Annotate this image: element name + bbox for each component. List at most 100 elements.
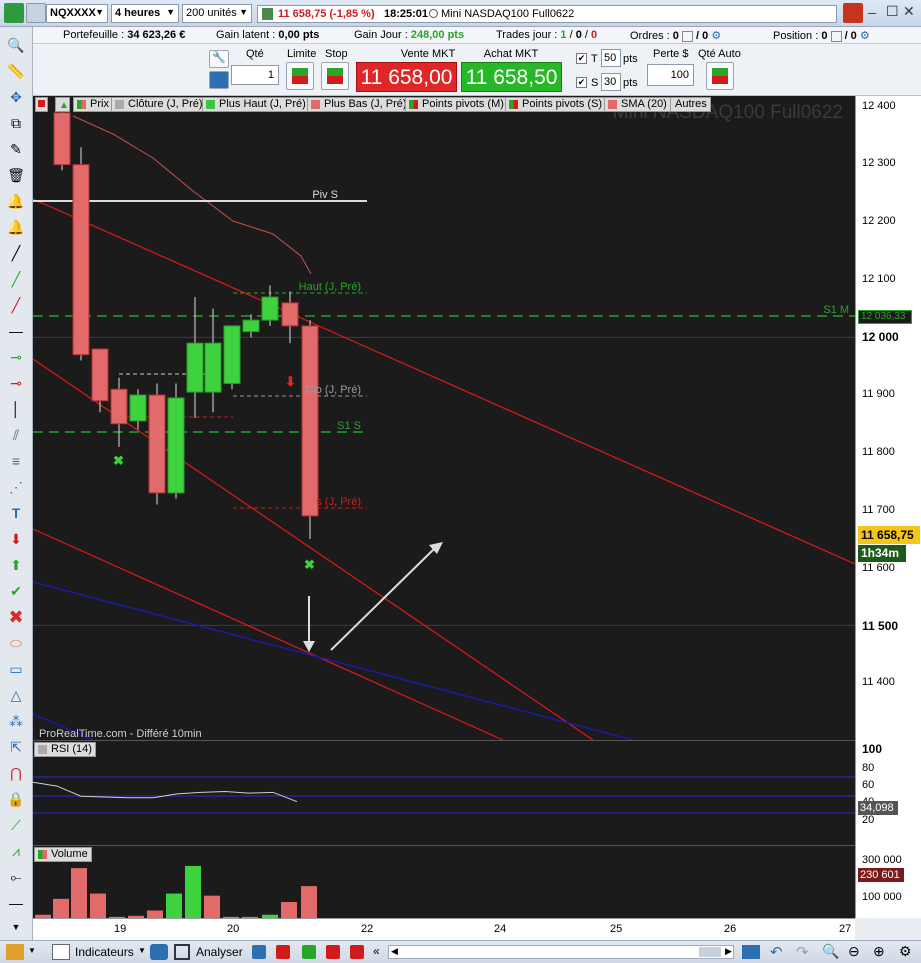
chevron-down-icon[interactable]: ▼ bbox=[6, 917, 26, 937]
qte-input[interactable]: 1 bbox=[231, 65, 279, 85]
gear-icon[interactable]: ⚙ bbox=[860, 30, 870, 42]
timeframe-select[interactable]: 4 heures ▼ bbox=[111, 4, 179, 23]
settings-icon[interactable] bbox=[26, 3, 46, 23]
red-line-icon[interactable]: ╱ bbox=[6, 295, 26, 315]
horizontal-scrollbar[interactable]: ◀ ▶ bbox=[388, 945, 734, 959]
maximize-icon[interactable]: ☐ bbox=[886, 3, 899, 20]
brush-icon[interactable]: ✎ bbox=[6, 139, 26, 159]
legend-pivots-m[interactable]: Points pivots (M) bbox=[405, 97, 508, 112]
refresh-icon[interactable] bbox=[843, 3, 863, 23]
magnet-icon[interactable]: ⋂ bbox=[6, 763, 26, 783]
legend-volume[interactable]: Volume bbox=[34, 847, 92, 862]
scroll-left-icon[interactable]: ◀ bbox=[391, 946, 398, 957]
stop-order-button[interactable] bbox=[321, 62, 349, 90]
legend-pivots-s[interactable]: Points pivots (S) bbox=[505, 97, 607, 112]
fit-icon[interactable] bbox=[742, 945, 760, 959]
legend-prix[interactable]: Prix bbox=[73, 97, 113, 112]
copy-icon[interactable]: ⧉ bbox=[6, 113, 26, 133]
pattern-icon[interactable]: ⁂ bbox=[6, 711, 26, 731]
legend-plus-haut[interactable]: Plus Haut (J, Pré) bbox=[202, 97, 310, 112]
expand-icon[interactable]: ▲ bbox=[55, 97, 70, 112]
red-hline-icon[interactable]: ⊸ bbox=[6, 373, 26, 393]
arrow-down-icon[interactable]: ⬇ bbox=[6, 529, 26, 549]
trend-icon[interactable]: ⟋ bbox=[6, 815, 26, 835]
legend-autres[interactable]: Autres bbox=[670, 97, 711, 112]
scroll-right-icon[interactable]: ▶ bbox=[725, 946, 732, 957]
zoom-out-icon[interactable]: ⊖ bbox=[848, 943, 860, 960]
candlestick-app-icon[interactable] bbox=[4, 3, 24, 23]
trash-icon[interactable]: 🗑 bbox=[6, 165, 26, 185]
minus-icon[interactable]: — bbox=[6, 893, 26, 913]
minimize-icon[interactable]: – bbox=[868, 4, 876, 20]
bell-icon[interactable]: 🔔 bbox=[6, 217, 26, 237]
orders-icon[interactable] bbox=[302, 945, 316, 959]
qte-auto-button[interactable] bbox=[706, 62, 734, 90]
cursor-icon[interactable]: ⇱ bbox=[6, 737, 26, 757]
keypad-icon[interactable] bbox=[209, 71, 229, 89]
lock-icon[interactable]: 🔒 bbox=[6, 789, 26, 809]
limit-order-button[interactable] bbox=[286, 62, 314, 90]
vente-mkt-button[interactable]: 11 658,00 bbox=[356, 62, 457, 92]
legend-rsi[interactable]: RSI (14) bbox=[34, 742, 96, 757]
move-icon[interactable]: ✥ bbox=[6, 87, 26, 107]
t-checkbox[interactable]: ✔ bbox=[576, 53, 587, 64]
analyse-icon[interactable] bbox=[174, 944, 190, 960]
achat-mkt-button[interactable]: 11 658,50 bbox=[461, 62, 562, 92]
channel-icon[interactable]: ⫽ bbox=[6, 425, 26, 445]
zigzag-icon[interactable]: ⩘ bbox=[6, 841, 26, 861]
share-icon[interactable] bbox=[150, 944, 168, 960]
alert-bell-icon[interactable]: 🔔 bbox=[6, 191, 26, 211]
zoom-icon[interactable]: 🔍 bbox=[6, 35, 26, 55]
legend-sma[interactable]: SMA (20) bbox=[604, 97, 671, 112]
cross-icon[interactable]: ✖ bbox=[6, 607, 26, 627]
price-chart[interactable]: Mini NASDAQ100 Full0622 ✖ ✖ ⬇ Piv S Haut (… bbox=[33, 96, 855, 740]
ellipse-icon[interactable]: ⬭ bbox=[6, 633, 26, 653]
gear-icon[interactable]: ⚙ bbox=[711, 30, 721, 42]
triangle-icon[interactable]: △ bbox=[6, 685, 26, 705]
green-line-icon[interactable]: ╱ bbox=[6, 269, 26, 289]
rsi-panel[interactable]: RSI (14) bbox=[33, 740, 855, 845]
t-input[interactable]: 50 bbox=[601, 49, 621, 67]
s-checkbox[interactable]: ✔ bbox=[576, 77, 587, 88]
close-icon[interactable]: ✕ bbox=[903, 3, 915, 20]
settings-gear-icon[interactable]: ⚙ bbox=[899, 943, 912, 960]
check-icon[interactable]: ✔ bbox=[6, 581, 26, 601]
price-axis[interactable]: 12 400 12 300 12 200 12 100 12 000 11 90… bbox=[855, 96, 921, 918]
redo-icon[interactable]: ↷ bbox=[796, 943, 809, 961]
scroll-left-end-icon[interactable]: « bbox=[373, 944, 380, 958]
table-icon[interactable] bbox=[276, 945, 290, 959]
legend-cloture[interactable]: Clôture (J, Pré) bbox=[111, 97, 207, 112]
line-tool-icon[interactable]: ╱ bbox=[6, 243, 26, 263]
legend-plus-bas[interactable]: Plus Bas (J, Pré) bbox=[307, 97, 411, 112]
chevron-down-icon[interactable]: ▼ bbox=[28, 946, 36, 955]
fibonacci-icon[interactable]: ≡ bbox=[6, 451, 26, 471]
node-line-icon[interactable]: ⟜ bbox=[6, 867, 26, 887]
analyser-button[interactable]: Analyser bbox=[196, 945, 243, 959]
volume-panel[interactable]: Volume bbox=[33, 845, 855, 919]
positions-icon[interactable] bbox=[326, 945, 340, 959]
time-axis[interactable]: 19 20 22 24 25 26 27 bbox=[33, 918, 855, 940]
s-input[interactable]: 30 bbox=[601, 73, 621, 91]
text-icon[interactable]: T bbox=[6, 503, 26, 523]
zoom-search-icon[interactable]: 🔍 bbox=[822, 943, 839, 960]
vertical-line-icon[interactable]: │ bbox=[6, 399, 26, 419]
indicateurs-button[interactable]: Indicateurs bbox=[75, 945, 134, 959]
zoom-in-icon[interactable]: ⊕ bbox=[873, 943, 885, 960]
chevron-down-icon[interactable]: ▼ bbox=[138, 946, 146, 955]
cancel-orders-icon[interactable] bbox=[681, 30, 693, 42]
undo-icon[interactable]: ↶ bbox=[770, 943, 783, 961]
ruler-icon[interactable]: 📏 bbox=[6, 61, 26, 81]
fan-icon[interactable]: ⋰ bbox=[6, 477, 26, 497]
draw-pencil-icon[interactable] bbox=[6, 944, 24, 960]
horizontal-line-icon[interactable]: — bbox=[6, 321, 26, 341]
collapse-icon[interactable] bbox=[35, 97, 48, 112]
history-icon[interactable] bbox=[350, 945, 364, 959]
scroll-thumb[interactable] bbox=[699, 947, 721, 957]
wrench-icon[interactable]: 🔧 bbox=[209, 50, 229, 68]
arrow-up-icon[interactable]: ⬆ bbox=[6, 555, 26, 575]
chat-icon[interactable] bbox=[252, 945, 266, 959]
indicators-icon[interactable] bbox=[52, 944, 70, 960]
close-position-icon[interactable] bbox=[830, 30, 842, 42]
perte-input[interactable]: 100 bbox=[647, 64, 694, 86]
symbol-select[interactable]: NQXXXX ▼ bbox=[46, 4, 108, 23]
